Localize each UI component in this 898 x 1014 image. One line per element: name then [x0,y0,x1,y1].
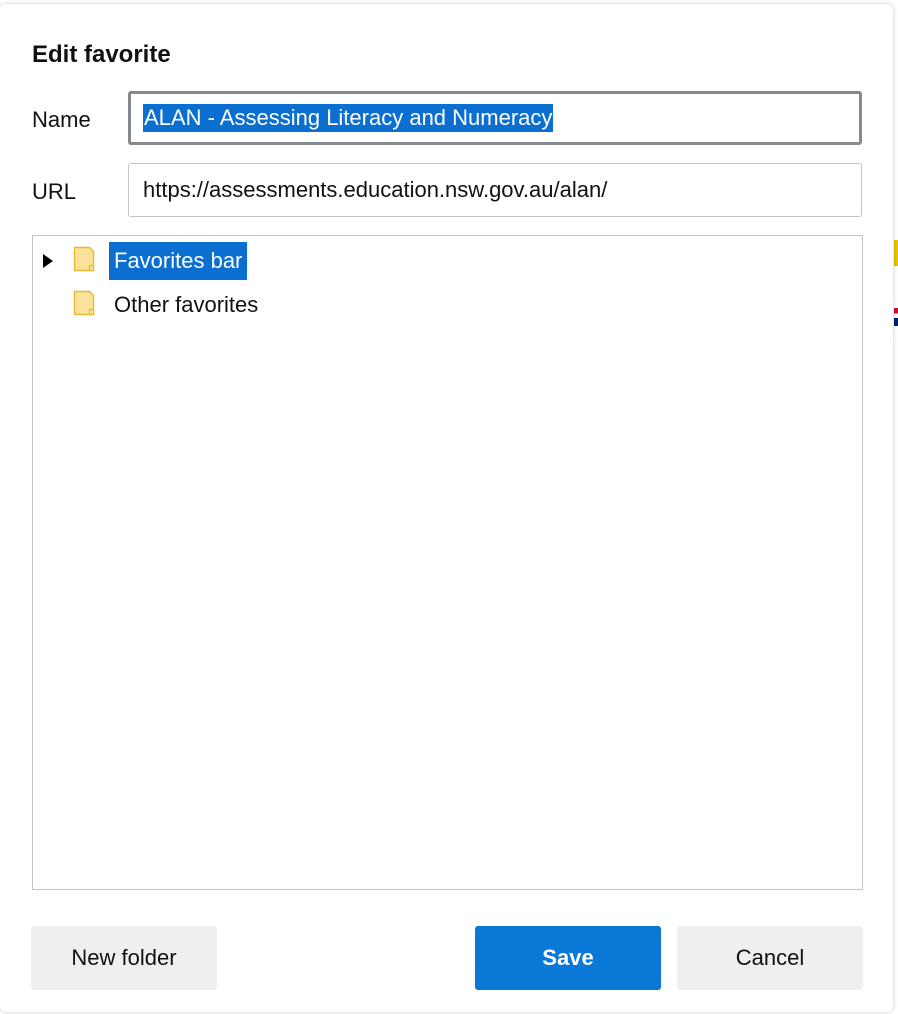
tree-item-label: Favorites bar [109,242,248,280]
folder-icon [73,290,95,316]
tree-item-other-favorites[interactable]: Other favorites [33,283,862,325]
url-input-text: https://assessments.education.nsw.gov.au… [143,177,608,202]
name-input[interactable]: ALAN - Assessing Literacy and Numeracy [128,91,862,145]
tree-item-favorites-bar[interactable]: Favorites bar [33,239,862,281]
edit-favorite-dialog: Edit favorite Name ALAN - Assessing Lite… [0,4,893,1012]
cancel-button[interactable]: Cancel [677,926,863,990]
background-page-flag [894,308,898,326]
save-button[interactable]: Save [475,926,661,990]
folder-icon [73,246,95,272]
dialog-title: Edit favorite [32,41,171,68]
name-input-selected-text: ALAN - Assessing Literacy and Numeracy [143,104,554,132]
expand-arrow-icon[interactable] [43,254,53,268]
url-input[interactable]: https://assessments.education.nsw.gov.au… [128,163,862,217]
folder-tree[interactable]: Favorites bar Other favorites [32,235,863,890]
background-page-favicon [894,240,898,266]
new-folder-button[interactable]: New folder [31,926,217,990]
name-label: Name [32,107,91,132]
url-label: URL [32,179,77,204]
tree-item-label: Other favorites [114,292,259,317]
